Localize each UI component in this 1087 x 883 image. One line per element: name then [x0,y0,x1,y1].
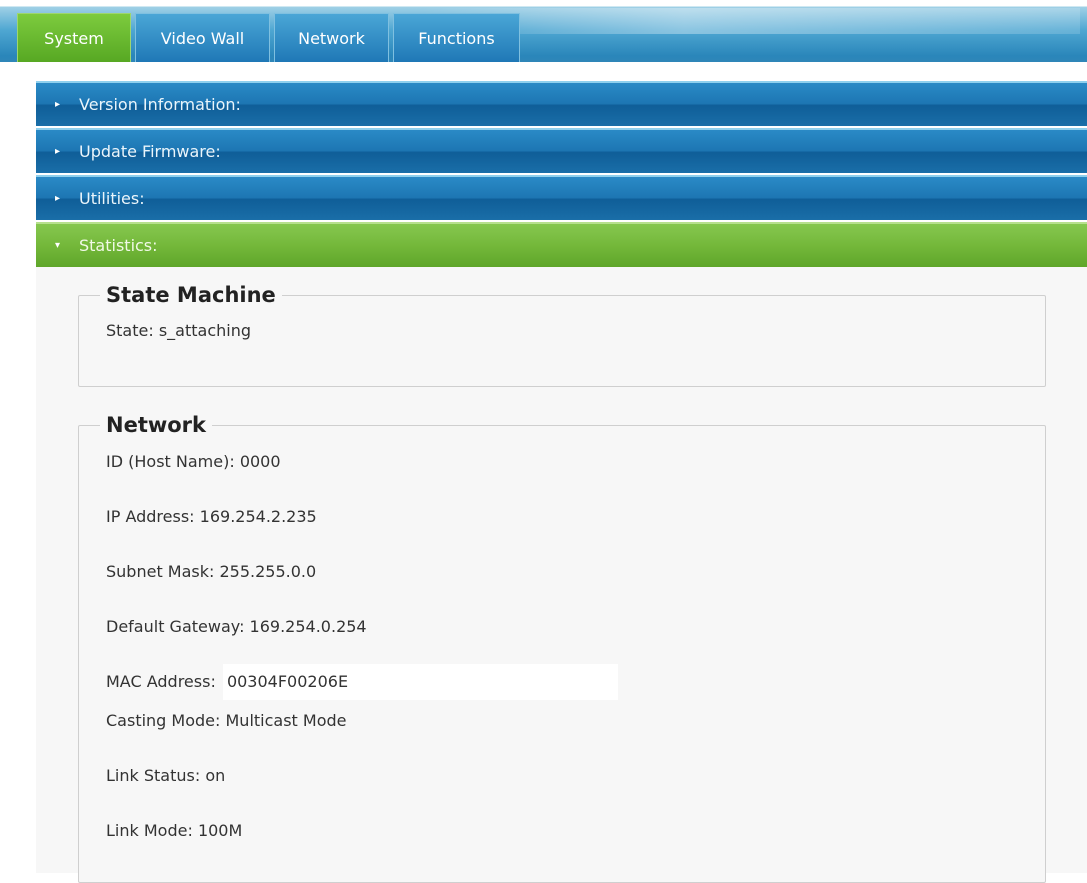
mac-address-label: MAC Address: [106,672,216,691]
tab-list: System Video Wall Network Functions [17,13,524,62]
subnet-mask-row: Subnet Mask: 255.255.0.0 [106,562,1045,617]
state-machine-title: State Machine [106,283,276,307]
tab-video-wall-label: Video Wall [160,28,245,48]
statistics-panel: State Machine State: s_attaching Network… [36,267,1087,883]
tab-network[interactable]: Network [274,13,389,62]
default-gateway-label: Default Gateway: [106,617,245,636]
tab-video-wall[interactable]: Video Wall [135,13,270,62]
caret-right-icon: ▸ [55,99,61,110]
host-name-row: ID (Host Name): 0000 [106,452,1045,507]
ip-address-value: 169.254.2.235 [199,507,317,526]
tab-system[interactable]: System [17,13,131,62]
link-status-value: on [205,766,226,785]
tab-functions-label: Functions [418,28,495,48]
caret-right-icon: ▸ [55,193,61,204]
casting-mode-label: Casting Mode: [106,711,221,730]
link-status-label: Link Status: [106,766,201,785]
caret-right-icon: ▸ [55,146,61,157]
state-label: State: [106,321,154,340]
link-status-row: Link Status: on [106,766,1045,821]
state-row: State: s_attaching [106,321,1045,376]
subnet-mask-label: Subnet Mask: [106,562,215,581]
state-value: s_attaching [158,321,252,340]
subnet-mask-value: 255.255.0.0 [219,562,317,581]
casting-mode-row: Casting Mode: Multicast Mode [106,711,1045,766]
section-utilities[interactable]: ▸ Utilities: [36,175,1087,220]
ip-address-label: IP Address: [106,507,195,526]
section-update-firmware-label: Update Firmware: [79,142,221,161]
tab-functions[interactable]: Functions [393,13,520,62]
section-statistics-label: Statistics: [79,236,158,255]
section-version-information[interactable]: ▸ Version Information: [36,81,1087,126]
section-statistics[interactable]: ▾ Statistics: [36,222,1087,267]
section-version-information-label: Version Information: [79,95,241,114]
tab-system-label: System [44,28,104,48]
host-name-value: 0000 [239,452,281,471]
section-update-firmware[interactable]: ▸ Update Firmware: [36,128,1087,173]
tab-network-label: Network [298,28,365,48]
top-nav-bar: System Video Wall Network Functions [0,0,1087,62]
caret-down-icon: ▾ [55,240,61,251]
host-name-label: ID (Host Name): [106,452,235,471]
section-utilities-label: Utilities: [79,189,145,208]
mac-address-value: 00304F00206E [222,664,619,700]
default-gateway-value: 169.254.0.254 [249,617,367,636]
link-mode-row: Link Mode: 100M [106,821,1045,876]
ip-address-row: IP Address: 169.254.2.235 [106,507,1045,562]
link-mode-label: Link Mode: [106,821,193,840]
link-mode-value: 100M [197,821,243,840]
network-group: Network ID (Host Name): 0000 IP Address:… [78,413,1046,883]
state-machine-group: State Machine State: s_attaching [78,283,1046,387]
network-title: Network [106,413,207,437]
casting-mode-value: Multicast Mode [225,711,347,730]
